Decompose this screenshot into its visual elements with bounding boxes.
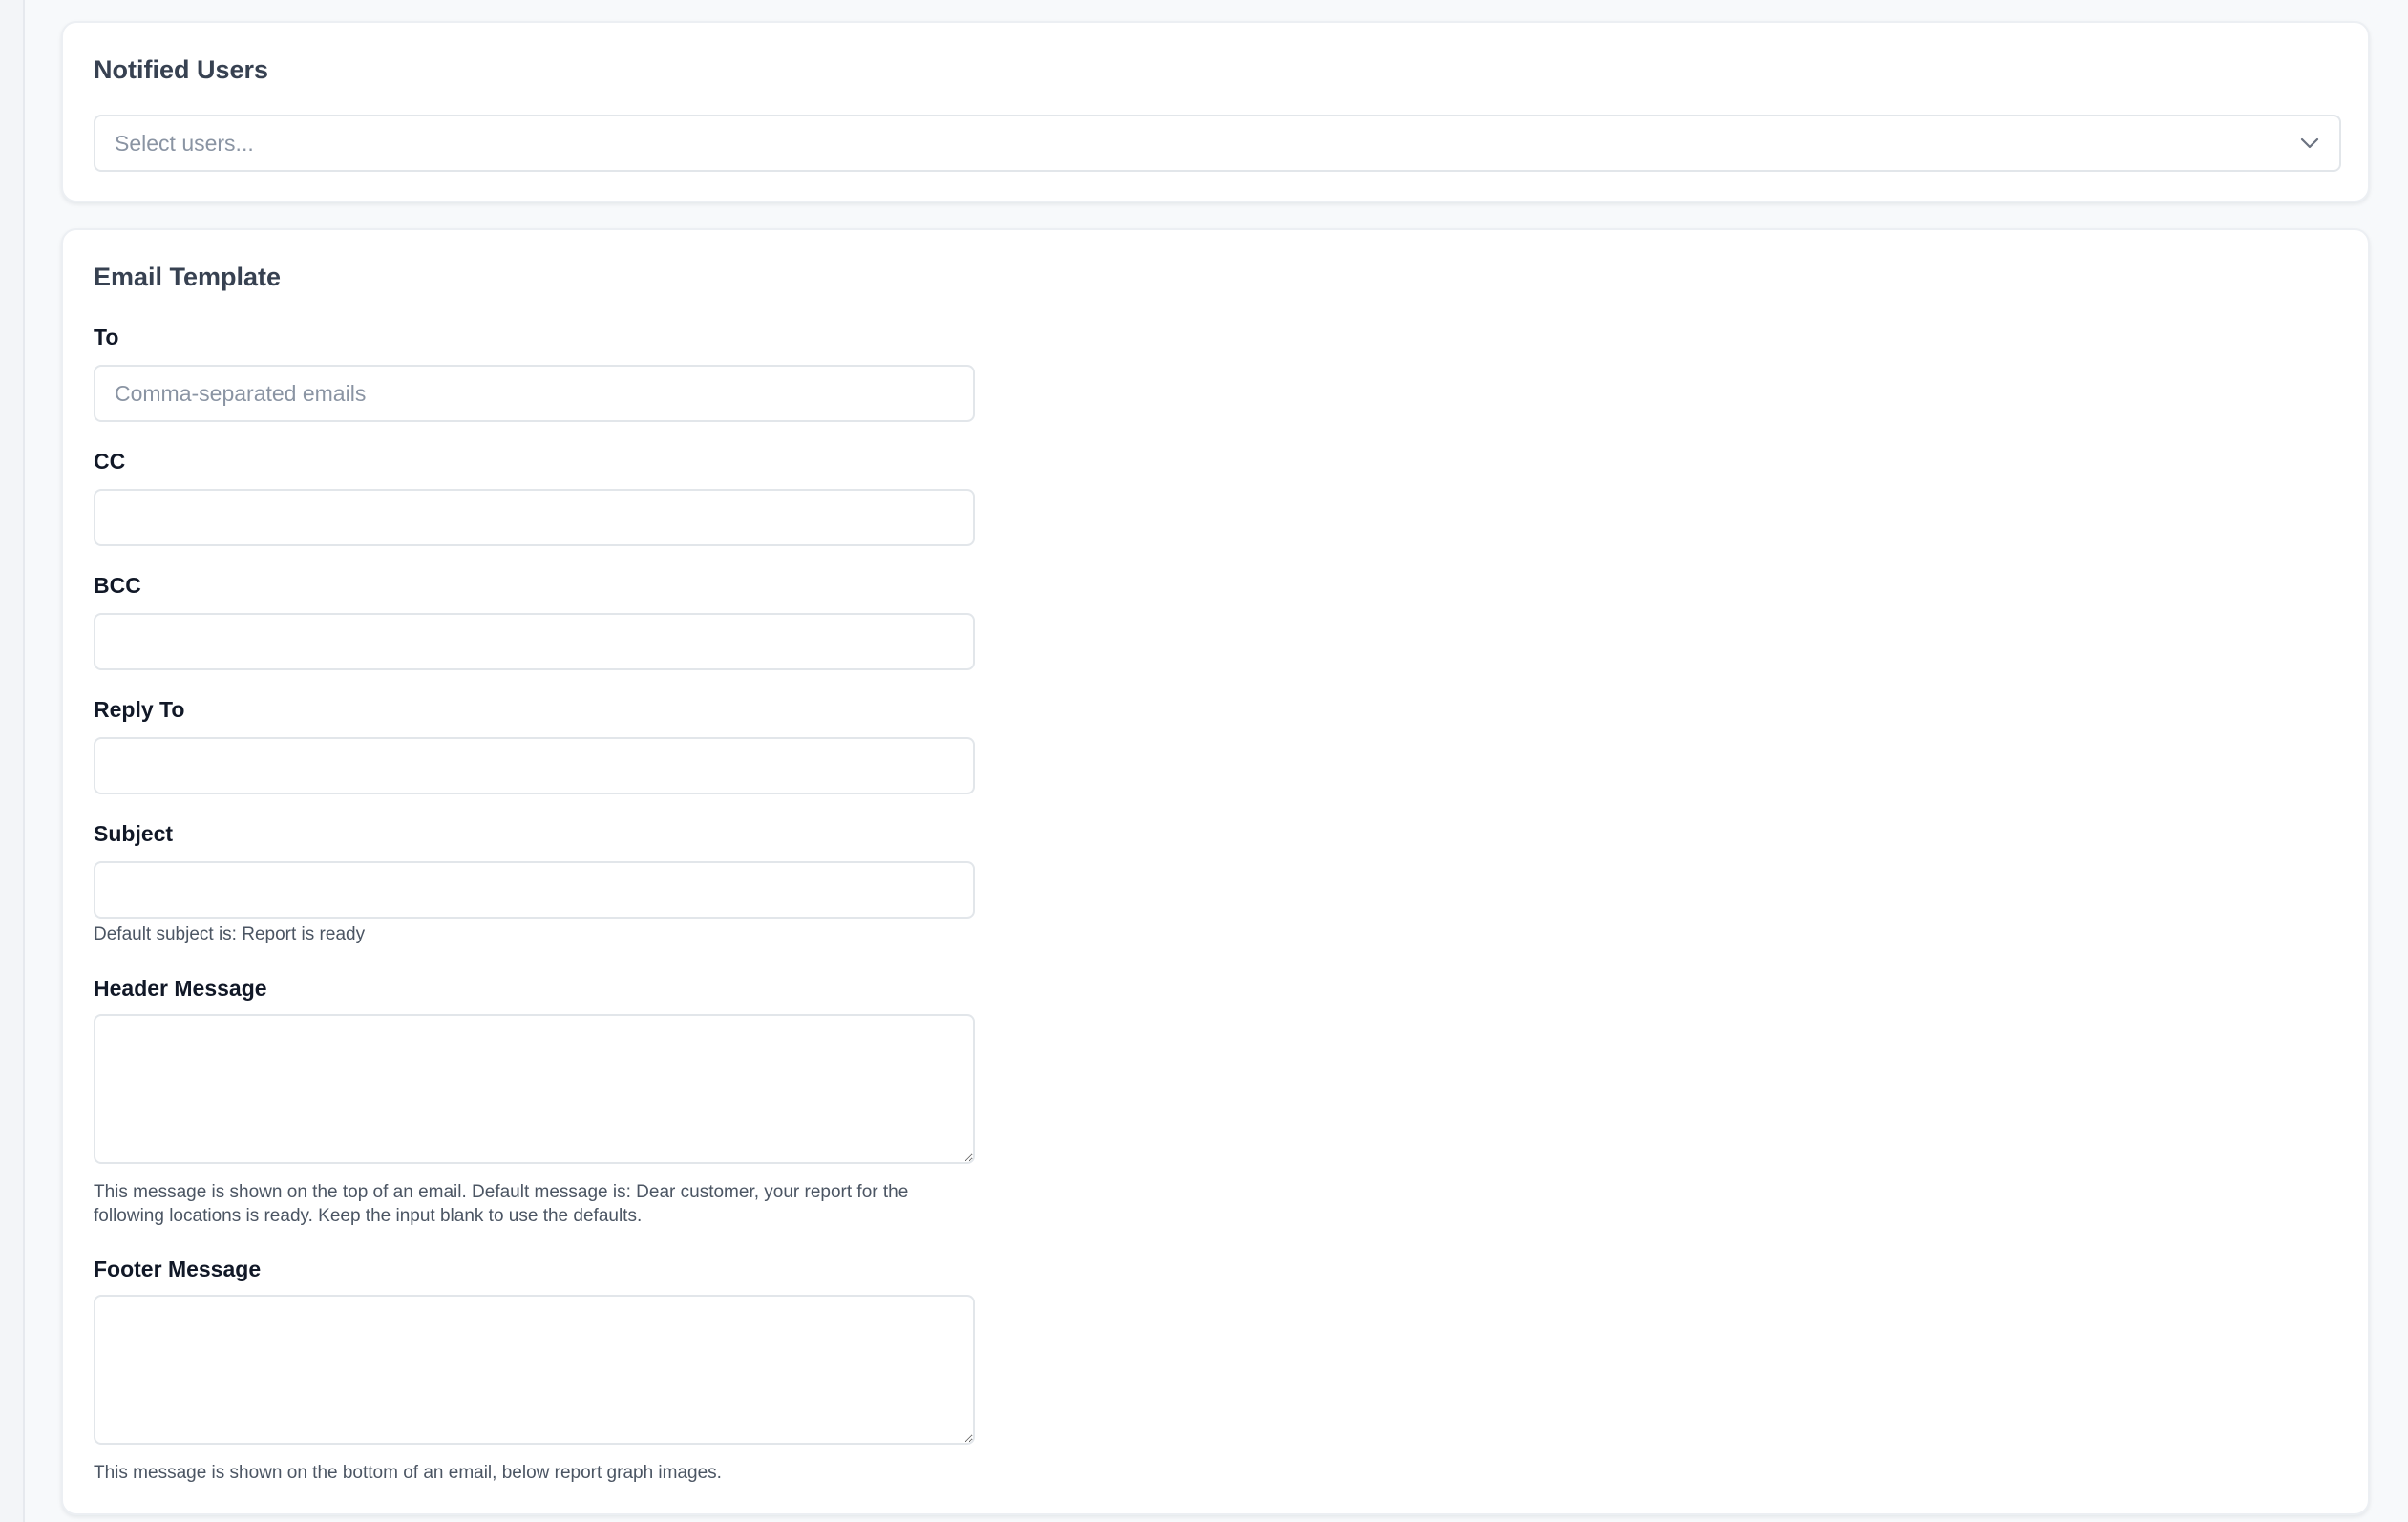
header-message-textarea[interactable] [94,1014,975,1164]
left-rail [0,0,25,1522]
bcc-input[interactable] [94,613,975,670]
bcc-label: BCC [94,573,141,598]
notified-users-card: Notified Users Select users... [61,21,2370,202]
email-template-title: Email Template [94,263,282,291]
users-select[interactable]: Select users... [94,115,2341,172]
subject-input[interactable] [94,861,975,919]
users-select-placeholder: Select users... [115,130,254,156]
footer-message-label: Footer Message [94,1257,262,1281]
header-message-help-text: This message is shown on the top of an e… [94,1182,909,1226]
to-input[interactable] [94,365,975,422]
cc-label: CC [94,449,126,474]
footer-message-textarea[interactable] [94,1295,975,1445]
page: Notified Users Select users... Email Tem… [0,0,2408,1522]
email-template-card: Email Template To CC BCC Reply To Subjec… [61,228,2370,1515]
to-label: To [94,325,119,349]
reply-to-label: Reply To [94,697,185,722]
notified-users-title: Notified Users [94,55,269,84]
reply-to-input[interactable] [94,737,975,794]
subject-label: Subject [94,821,174,846]
cc-input[interactable] [94,489,975,546]
subject-help-text: Default subject is: Report is ready [94,924,366,944]
footer-message-help-text: This message is shown on the bottom of a… [94,1463,722,1483]
header-message-label: Header Message [94,976,267,1001]
chevron-down-icon [2299,133,2320,154]
